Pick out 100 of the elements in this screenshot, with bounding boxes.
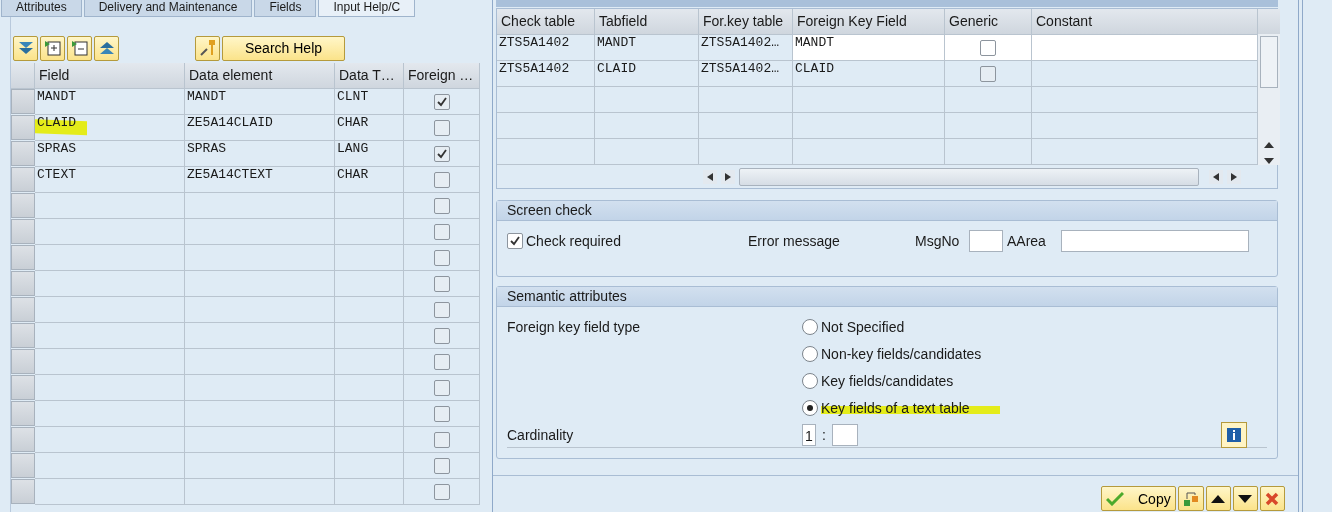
table-cell: CHAR xyxy=(335,167,404,193)
expand-icon[interactable] xyxy=(13,35,38,61)
row-selector[interactable] xyxy=(11,141,35,166)
table-cell: SPRAS xyxy=(35,141,185,167)
checkbox[interactable] xyxy=(433,457,450,474)
row-selector[interactable] xyxy=(11,245,35,270)
checkbox[interactable] xyxy=(433,171,450,188)
scroll-thumb[interactable] xyxy=(1260,36,1278,88)
column-header: Generic xyxy=(945,9,1032,35)
table-cell: CLNT xyxy=(335,89,404,115)
checkbox[interactable] xyxy=(433,431,450,448)
table-cell: ZTS5A1402… xyxy=(699,61,793,87)
checkbox[interactable] xyxy=(507,232,523,249)
row-selector[interactable] xyxy=(11,271,35,296)
column-header: For.key table xyxy=(699,9,793,35)
row-selector[interactable] xyxy=(11,89,35,114)
column-header: Foreign … xyxy=(404,63,480,89)
checkbox[interactable] xyxy=(433,119,450,136)
field-label: AArea xyxy=(1007,232,1047,249)
scroll-down-icon[interactable] xyxy=(1264,157,1274,165)
table-cell: MANDT xyxy=(35,89,185,115)
tab[interactable]: Input Help/C xyxy=(318,0,416,17)
table-cell: SPRAS xyxy=(185,141,335,167)
tab[interactable]: Attributes xyxy=(1,0,82,17)
table-cell: CHAR xyxy=(335,115,404,141)
checkbox[interactable] xyxy=(980,65,996,82)
row-selector[interactable] xyxy=(11,323,35,348)
row-selector[interactable] xyxy=(11,297,35,322)
scroll-right-icon[interactable] xyxy=(721,169,735,184)
checkbox[interactable] xyxy=(433,223,450,240)
field-label: Cardinality xyxy=(507,427,575,443)
scroll-thumb[interactable] xyxy=(739,167,1199,186)
row-selector[interactable] xyxy=(11,479,35,504)
table-cell: MANDT xyxy=(793,35,945,61)
table-cell: ZTS5A1402 xyxy=(497,35,595,61)
tab[interactable]: Fields xyxy=(254,0,317,17)
table-cell: CLAID xyxy=(595,61,699,87)
search-help-button[interactable]: Search Help xyxy=(222,35,346,61)
row-selector[interactable] xyxy=(11,427,35,452)
radio-label: Non-key fields/candidates xyxy=(821,345,982,362)
collapse-icon[interactable] xyxy=(94,35,119,61)
column-header: Check table xyxy=(497,9,595,35)
tab[interactable]: Delivery and Maintenance xyxy=(83,0,253,17)
column-header: Data T… xyxy=(335,63,404,89)
radio-button[interactable] xyxy=(802,372,818,389)
row-selector[interactable] xyxy=(11,349,35,374)
msgno-field[interactable] xyxy=(969,229,1003,252)
scroll-left-icon[interactable] xyxy=(1209,169,1223,184)
radio-button[interactable] xyxy=(802,399,818,416)
row-selector[interactable] xyxy=(11,219,35,244)
column-header: Tabfield xyxy=(595,9,699,35)
column-header: Constant xyxy=(1032,9,1258,35)
row-selector[interactable] xyxy=(11,453,35,478)
insert-row-icon[interactable] xyxy=(40,35,65,61)
key-icon[interactable] xyxy=(195,35,220,61)
radio-button[interactable] xyxy=(802,345,818,362)
radio-button[interactable] xyxy=(802,318,818,335)
cardinality-field[interactable]: 1 xyxy=(802,424,816,446)
scroll-right-icon[interactable] xyxy=(1227,169,1241,184)
scroll-left-icon[interactable] xyxy=(703,169,717,184)
row-selector[interactable] xyxy=(11,375,35,400)
row-selector[interactable] xyxy=(11,193,35,218)
table-cell: MANDT xyxy=(595,35,699,61)
checkbox[interactable] xyxy=(433,327,450,344)
check-icon xyxy=(1106,491,1124,506)
row-selector[interactable] xyxy=(11,401,35,426)
checkbox[interactable] xyxy=(433,93,450,110)
radio-label: Key fields/candidates xyxy=(821,372,954,389)
group-title: Semantic attributes xyxy=(497,287,1277,307)
info-icon[interactable] xyxy=(1221,422,1247,448)
checkbox[interactable] xyxy=(433,379,450,396)
checkbox[interactable] xyxy=(433,197,450,214)
vertical-scrollbar[interactable] xyxy=(1258,9,1280,165)
row-selector[interactable] xyxy=(11,115,35,140)
checkbox[interactable] xyxy=(433,145,450,162)
field-label: MsgNo xyxy=(915,232,961,249)
checkbox[interactable] xyxy=(433,483,450,500)
checkbox[interactable] xyxy=(433,249,450,266)
delete-row-icon[interactable] xyxy=(67,35,92,61)
cardinality-field[interactable] xyxy=(831,424,858,446)
cancel-icon[interactable] xyxy=(1259,486,1285,511)
separator: : xyxy=(822,427,826,443)
checkbox[interactable] xyxy=(433,353,450,370)
checkbox[interactable] xyxy=(980,39,996,56)
column-header: Field xyxy=(35,63,185,89)
checkbox[interactable] xyxy=(433,405,450,422)
table-cell: CLAID xyxy=(793,61,945,87)
radio-label: Not Specified xyxy=(821,318,905,335)
group-title: Screen check xyxy=(497,201,1277,221)
aarea-field[interactable] xyxy=(1061,229,1249,252)
scroll-up-icon[interactable] xyxy=(1264,141,1274,149)
table-cell: LANG xyxy=(335,141,404,167)
table-cell: ZTS5A1402 xyxy=(497,61,595,87)
table-cell: MANDT xyxy=(185,89,335,115)
copy-button[interactable]: Copy xyxy=(1101,486,1176,511)
table-cell: ZE5A14CTEXT xyxy=(185,167,335,193)
checkbox[interactable] xyxy=(433,275,450,292)
checkbox[interactable] xyxy=(433,301,450,318)
table-cell: CTEXT xyxy=(35,167,185,193)
row-selector[interactable] xyxy=(11,167,35,192)
